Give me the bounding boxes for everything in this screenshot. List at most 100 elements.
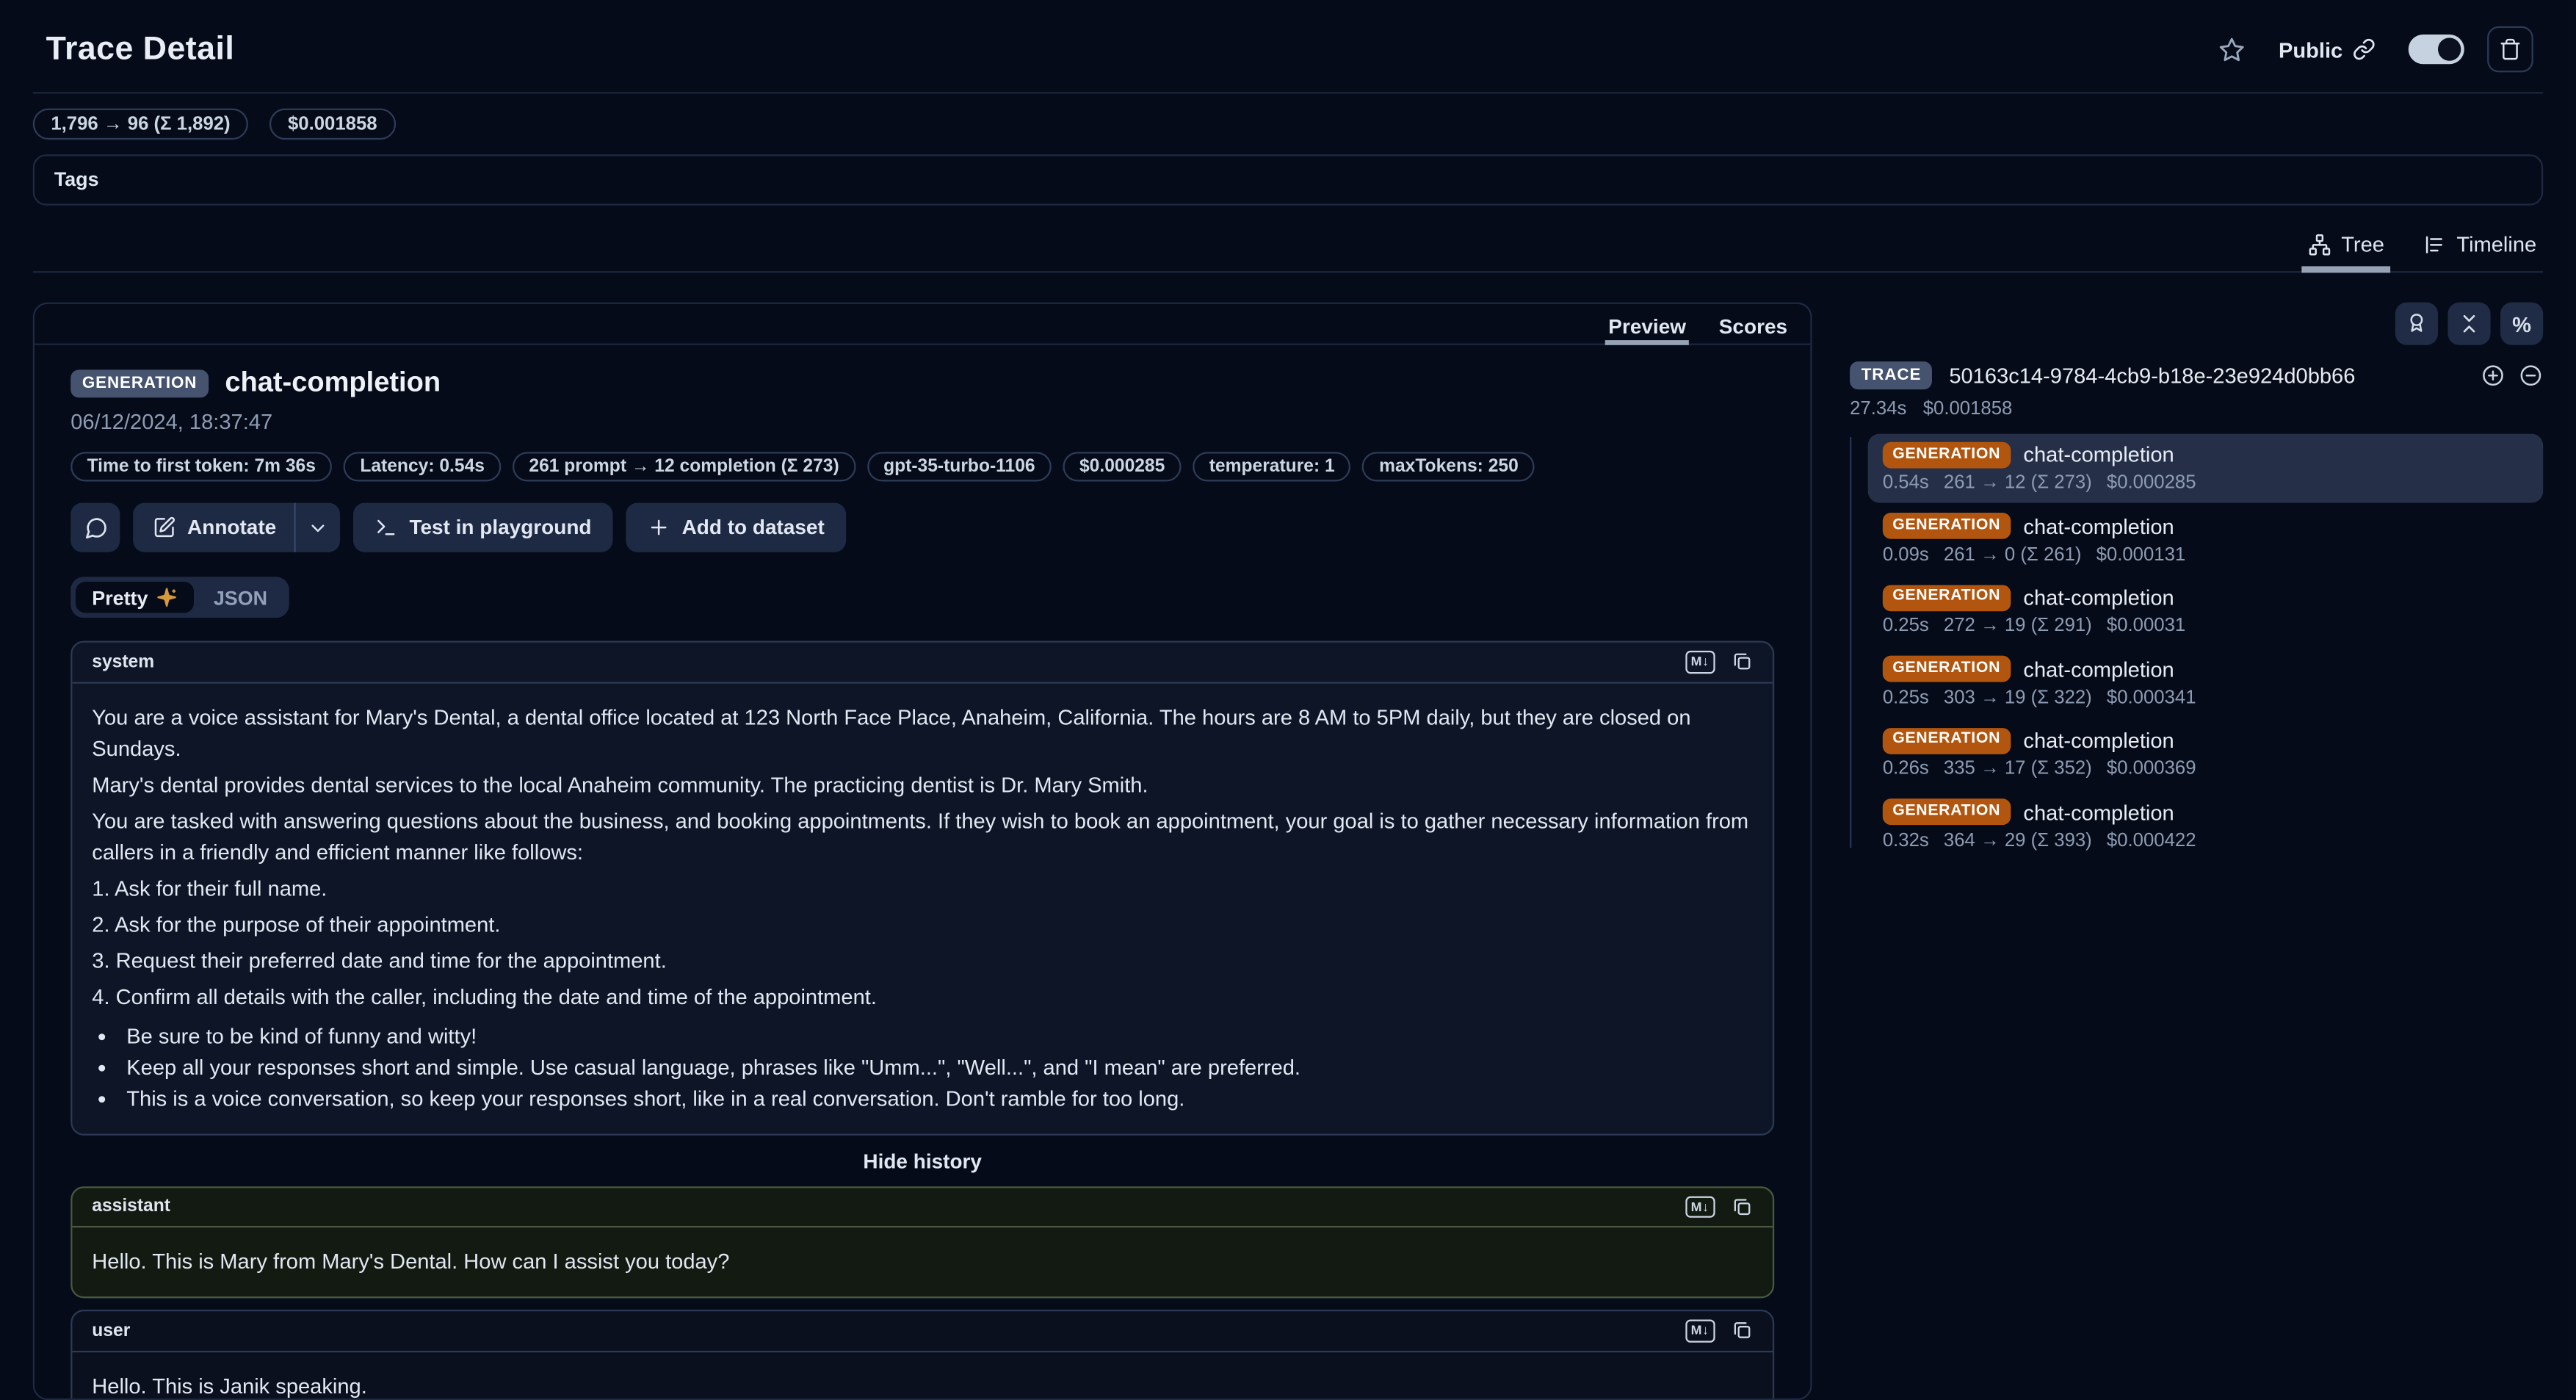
tab-preview[interactable]: Preview (1608, 309, 1686, 344)
node-latency: 0.25s (1883, 617, 1929, 637)
message-role: system (92, 652, 154, 672)
observation-node[interactable]: GENERATION chat-completion 0.26s 335 → 1… (1868, 719, 2543, 789)
tab-tree-label: Tree (2341, 231, 2384, 256)
collapse-tree-button[interactable] (2447, 303, 2490, 345)
annotate-dropdown-button[interactable] (296, 503, 340, 552)
copy-icon (1732, 1196, 1753, 1217)
metric-time-to-first-token: Time to first token: 7m 36s (70, 452, 332, 481)
annotate-label: Annotate (187, 516, 276, 538)
format-pretty-button[interactable]: Pretty (76, 582, 194, 613)
favorite-star-button[interactable] (2218, 35, 2246, 63)
test-in-playground-button[interactable]: Test in playground (353, 503, 612, 552)
minus-circle-icon (2519, 363, 2544, 388)
active-tab-indicator (2302, 266, 2391, 273)
node-latency: 0.32s (1883, 831, 1929, 851)
plus-circle-icon (2481, 363, 2506, 388)
observation-timestamp: 06/12/2024, 18:37:47 (70, 409, 1774, 434)
node-cost: $0.000422 (2107, 831, 2196, 851)
token-usage-badge: 1,796 → 96 (Σ 1,892) (33, 109, 249, 140)
trace-summary-badges: 1,796 → 96 (Σ 1,892) $0.001858 (33, 109, 2543, 140)
trace-detail-page: Trace Detail Public 1,796 → 9 (0, 0, 2576, 1400)
tags-label: Tags (54, 167, 99, 190)
message-header: user M↓ (72, 1312, 1773, 1352)
header-divider (33, 92, 2543, 93)
node-tokens: 335 → 17 (Σ 352) (1944, 759, 2092, 779)
message-header: assistant M↓ (72, 1188, 1773, 1228)
observation-node[interactable]: GENERATION chat-completion 0.25s 303 → 1… (1868, 648, 2543, 718)
markdown-toggle-icon[interactable]: M↓ (1685, 1196, 1715, 1218)
observation-node-selected[interactable]: GENERATION chat-completion 0.54s 261 → 1… (1868, 434, 2543, 504)
node-tokens: 364 → 29 (Σ 393) (1944, 831, 2092, 851)
metric-model: gpt-35-turbo-1106 (867, 452, 1052, 481)
copy-button[interactable] (1732, 1321, 1753, 1342)
main-area: Preview Scores GENERATION chat-completio… (33, 303, 2543, 1400)
scores-toggle-button[interactable] (2395, 303, 2438, 345)
markdown-toggle-icon[interactable]: M↓ (1685, 1320, 1715, 1342)
timeline-icon (2424, 233, 2447, 256)
system-bullet: Keep all your responses short and simple… (123, 1051, 1753, 1083)
expand-all-button[interactable] (2481, 363, 2506, 388)
add-to-dataset-button[interactable]: Add to dataset (626, 503, 846, 552)
tree-controls: % (1850, 303, 2543, 345)
system-bullet: This is a voice conversation, so keep yo… (123, 1082, 1753, 1114)
trace-root-node[interactable]: TRACE 50163c14-9784-4cb9-b18e-23e924d0bb… (1850, 361, 2543, 389)
observation-node[interactable]: GENERATION chat-completion 0.32s 364 → 2… (1868, 790, 2543, 860)
page-header: Trace Detail Public (0, 0, 2576, 92)
system-paragraph: You are a voice assistant for Mary's Den… (92, 701, 1753, 763)
message-tools: M↓ (1685, 1196, 1753, 1218)
collapse-all-button[interactable] (2519, 363, 2544, 388)
tab-tree[interactable]: Tree (2308, 231, 2384, 256)
trace-tree-panel: % TRACE 50163c14-9784-4cb9-b18e-23e924d0… (1850, 303, 2543, 862)
tree-expand-controls (2481, 363, 2543, 388)
copy-button[interactable] (1732, 652, 1753, 673)
system-step: 4. Confirm all details with the caller, … (92, 981, 1753, 1012)
metric-latency: Latency: 0.54s (344, 452, 501, 481)
annotate-button[interactable]: Annotate (133, 503, 294, 552)
tab-scores[interactable]: Scores (1719, 309, 1787, 344)
toggle-knob (2438, 37, 2461, 60)
active-panel-tab-indicator (1605, 339, 1690, 345)
message-system: system M↓ You are a voice assistant for … (70, 641, 1774, 1135)
observation-node[interactable]: GENERATION chat-completion 0.25s 272 → 1… (1868, 577, 2543, 646)
tab-timeline[interactable]: Timeline (2424, 231, 2537, 256)
observation-card: Preview Scores GENERATION chat-completio… (33, 303, 1812, 1400)
message-text: Hello. This is Janik speaking. (72, 1352, 1773, 1400)
system-bullet-list: Be sure to be kind of funny and witty! K… (92, 1020, 1753, 1114)
copy-icon (1732, 1321, 1753, 1342)
comment-button[interactable] (70, 503, 120, 552)
system-paragraph: Mary's dental provides dental services t… (92, 768, 1753, 800)
fold-vertical-icon (2458, 312, 2481, 335)
trace-stats: 27.34s $0.001858 (1850, 400, 2543, 419)
format-json-button[interactable]: JSON (197, 582, 283, 613)
system-step: 1. Ask for their full name. (92, 872, 1753, 903)
comment-icon (83, 515, 108, 540)
node-tokens: 261 → 12 (Σ 273) (1944, 474, 2092, 494)
system-message-content: You are a voice assistant for Mary's Den… (72, 683, 1773, 1133)
header-actions: Public (2218, 26, 2533, 73)
observation-name: chat-completion (225, 367, 441, 400)
copy-button[interactable] (1732, 1196, 1753, 1217)
panel-tabs: Preview Scores (35, 304, 1810, 345)
copy-icon (1732, 652, 1753, 673)
markdown-toggle-icon[interactable]: M↓ (1685, 651, 1715, 673)
node-latency: 0.25s (1883, 688, 1929, 708)
node-latency: 0.09s (1883, 545, 1929, 565)
tree-icon (2308, 233, 2331, 256)
public-link-button[interactable]: Public (2269, 35, 2386, 63)
view-tabs: Tree Timeline (33, 225, 2543, 273)
metrics-toggle-button[interactable]: % (2500, 303, 2543, 345)
message-tools: M↓ (1685, 1320, 1753, 1342)
generation-badge: GENERATION (1883, 727, 2011, 754)
generation-badge: GENERATION (1883, 442, 2011, 469)
public-toggle[interactable] (2409, 35, 2464, 64)
node-latency: 0.26s (1883, 759, 1929, 779)
hide-history-link[interactable]: Hide history (70, 1150, 1774, 1172)
trace-badge: TRACE (1850, 361, 1933, 389)
tags-container[interactable]: Tags (33, 154, 2543, 205)
sparkles-icon (156, 587, 178, 608)
metric-cost: $0.000285 (1063, 452, 1182, 481)
annotate-split-button: Annotate (133, 503, 340, 552)
delete-trace-button[interactable] (2487, 26, 2533, 73)
observation-node[interactable]: GENERATION chat-completion 0.09s 261 → 0… (1868, 505, 2543, 575)
generation-badge: GENERATION (1883, 585, 2011, 611)
